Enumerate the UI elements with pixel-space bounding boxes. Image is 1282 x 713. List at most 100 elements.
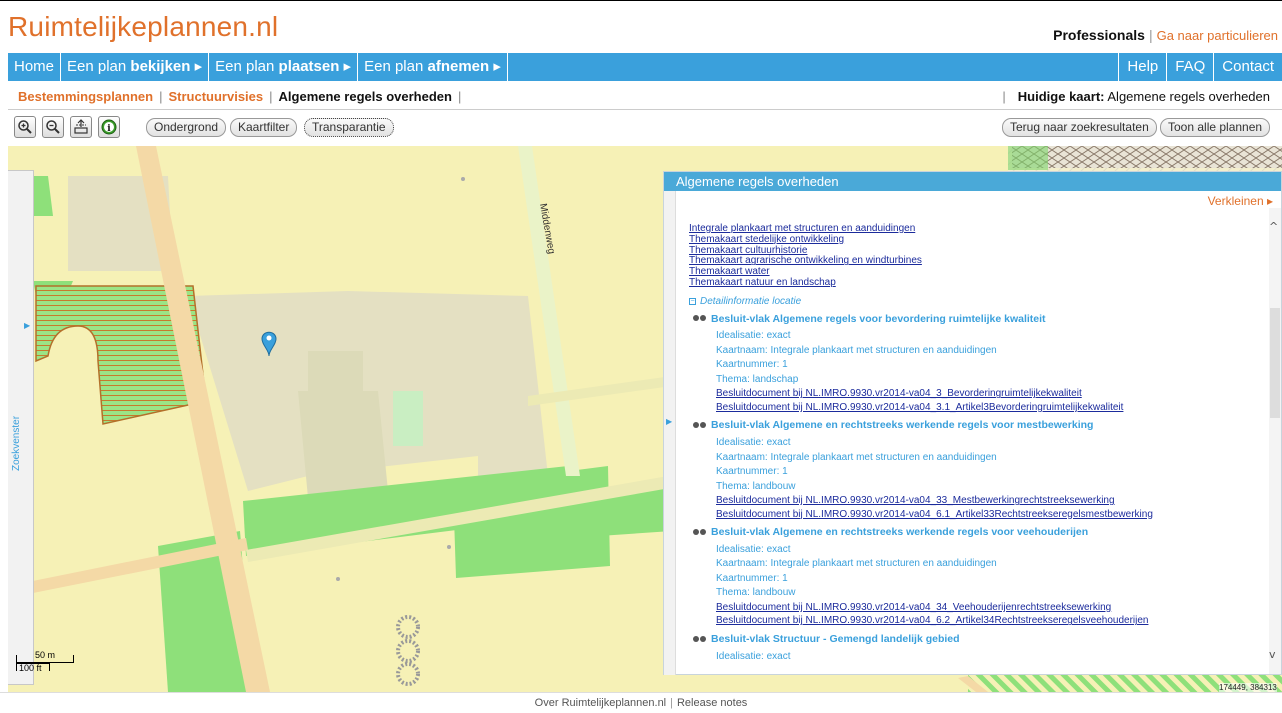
theme-link[interactable]: Themakaart agrarische ontwikkeling en wi…: [689, 256, 1259, 267]
expand-arrow-icon: ▶: [24, 321, 31, 330]
full-extent-button[interactable]: [70, 116, 92, 138]
zoom-out-icon: [46, 120, 60, 134]
zoekvenster-label: Zoekvenster: [11, 415, 22, 471]
prop: Kaartnaam: Integrale plankaart met struc…: [716, 344, 997, 356]
besluitdocument-link[interactable]: Besluitdocument bij NL.IMRO.9930.vr2014-…: [716, 508, 1259, 522]
result-section: Besluit-vlak Algemene regels voor bevord…: [693, 313, 1259, 415]
prop: Kaartnummer: 1: [716, 572, 788, 584]
panel-collapse-handle[interactable]: ▶: [664, 191, 676, 675]
kaartfilter-button[interactable]: Kaartfilter: [230, 118, 298, 137]
section-links: Besluitdocument bij NL.IMRO.9930.vr2014-…: [716, 601, 1259, 628]
binoculars-icon: [693, 635, 707, 644]
tab-structuurvisies[interactable]: Structuurvisies: [168, 89, 263, 104]
map-scale: 50 m 100 ft: [16, 650, 74, 673]
particulieren-link[interactable]: Ga naar particulieren: [1157, 28, 1278, 43]
besluitdocument-link[interactable]: Besluitdocument bij NL.IMRO.9930.vr2014-…: [716, 494, 1259, 508]
detail-label: Detailinformatie locatie: [700, 295, 802, 307]
section-title[interactable]: Besluit-vlak Algemene en rechtstreeks we…: [693, 527, 1259, 538]
nav-faq[interactable]: FAQ: [1166, 53, 1213, 81]
collapse-box-icon: −: [689, 297, 696, 305]
current-map: | Huidige kaart: Algemene regels overhede…: [996, 89, 1270, 104]
section-props: Idealisatie: exact: [716, 650, 1259, 665]
section-props: Idealisatie: exact Kaartnaam: Integrale …: [716, 436, 1259, 494]
nav-item-arrow: ▸: [339, 58, 352, 75]
nav-contact[interactable]: Contact: [1213, 53, 1282, 81]
theme-link[interactable]: Themakaart stedelijke ontwikkeling: [689, 234, 1259, 246]
result-section: Besluit-vlak Algemene en rechtstreeks we…: [693, 420, 1259, 521]
prop: Idealisatie: exact: [716, 650, 791, 662]
scale-bar-metric: 50 m: [16, 650, 74, 663]
tab-separator: |: [159, 89, 163, 104]
plan-type-tabs: Bestemmingsplannen | Structuurvisies | Algem…: [18, 89, 467, 104]
nav-item-bold: bekijken: [130, 58, 191, 75]
prop: Idealisatie: exact: [716, 437, 791, 449]
theme-link[interactable]: Themakaart natuur en landschap: [689, 277, 1259, 289]
main-nav: Home Een plan bekijken ▸ Een plan plaats…: [8, 53, 1282, 81]
section-title[interactable]: Besluit-vlak Algemene en rechtstreeks we…: [693, 420, 1259, 431]
besluitdocument-link[interactable]: Besluitdocument bij NL.IMRO.9930.vr2014-…: [716, 601, 1259, 615]
tab-algemene-regels[interactable]: Algemene regels overheden: [279, 89, 452, 104]
nav-item-bold: plaatsen: [278, 58, 340, 75]
prop: Thema: landbouw: [716, 480, 796, 492]
verkleinen-link[interactable]: Verkleinen ▸: [1208, 194, 1273, 208]
tab-bestemmingsplannen[interactable]: Bestemmingsplannen: [18, 89, 153, 104]
zoom-in-button[interactable]: [14, 116, 36, 138]
nav-plan-afnemen[interactable]: Een plan afnemen ▸: [358, 53, 508, 81]
coordinate-readout: 174449, 384313: [1219, 683, 1277, 692]
ondergrond-button[interactable]: Ondergrond: [146, 118, 227, 137]
section-title-text: Besluit-vlak Structuur - Gemengd landeli…: [711, 632, 960, 645]
prop: Thema: landschap: [716, 373, 799, 385]
site-logo[interactable]: Ruimtelijkeplannen.nl: [8, 11, 278, 43]
zoom-in-icon: [18, 120, 32, 134]
section-props: Idealisatie: exact Kaartnaam: Integrale …: [716, 329, 1259, 387]
section-title[interactable]: Besluit-vlak Structuur - Gemengd landeli…: [693, 634, 1259, 645]
scroll-thumb[interactable]: [1270, 308, 1280, 418]
info-icon: i: [101, 119, 117, 135]
besluitdocument-link[interactable]: Besluitdocument bij NL.IMRO.9930.vr2014-…: [716, 614, 1259, 628]
page-header: Ruimtelijkeplannen.nl Professionals | Ga n…: [0, 0, 1282, 52]
info-button[interactable]: i: [98, 116, 120, 138]
info-panel: Algemene regels overheden Verkleinen ▸ ▶…: [663, 171, 1282, 675]
current-separator: |: [1002, 89, 1006, 104]
section-links: Besluitdocument bij NL.IMRO.9930.vr2014-…: [716, 387, 1259, 414]
prop: Idealisatie: exact: [716, 330, 791, 342]
nav-plan-plaatsen[interactable]: Een plan plaatsen ▸: [209, 53, 359, 81]
collapse-arrow-icon: ▶: [666, 417, 673, 426]
full-extent-icon: [74, 119, 88, 134]
nav-help[interactable]: Help: [1118, 53, 1166, 81]
toon-alle-plannen-button[interactable]: Toon alle plannen: [1160, 118, 1271, 137]
nav-item-pre: Een plan: [364, 58, 428, 75]
zoekvenster-tab[interactable]: ▶ Zoekvenster: [8, 170, 34, 685]
panel-scrollbar[interactable]: ^ v: [1269, 208, 1281, 674]
current-map-label: Huidige kaart:: [1017, 89, 1105, 104]
sub-nav: Bestemmingsplannen | Structuurvisies | Algem…: [8, 84, 1282, 110]
prop: Kaartnummer: 1: [716, 359, 788, 371]
scroll-up-icon[interactable]: ^: [1269, 220, 1278, 233]
terug-zoekresultaten-button[interactable]: Terug naar zoekresultaten: [1002, 118, 1157, 137]
nav-plan-bekijken[interactable]: Een plan bekijken ▸: [61, 53, 210, 81]
scroll-down-icon[interactable]: v: [1269, 648, 1276, 661]
besluitdocument-link[interactable]: Besluitdocument bij NL.IMRO.9930.vr2014-…: [716, 401, 1259, 415]
scale-bar-imperial: 100 ft: [16, 663, 50, 673]
tab-separator: |: [457, 89, 462, 104]
panel-content: Integrale plankaart met structuren en aa…: [689, 223, 1259, 665]
besluitdocument-link[interactable]: Besluitdocument bij NL.IMRO.9930.vr2014-…: [716, 387, 1259, 401]
section-title[interactable]: Besluit-vlak Algemene regels voor bevord…: [693, 313, 1259, 325]
scale-metric-label: 50 m: [35, 650, 56, 660]
page-footer: Over Ruimtelijkeplannen.nl | Release notes: [0, 692, 1282, 713]
professionals-label: Professionals: [1053, 27, 1145, 43]
result-section: Besluit-vlak Algemene en rechtstreeks we…: [693, 527, 1259, 628]
release-notes-link[interactable]: Release notes: [677, 697, 747, 709]
binoculars-icon: [693, 314, 707, 323]
about-link[interactable]: Over Ruimtelijkeplannen.nl: [535, 697, 666, 709]
zoom-out-button[interactable]: [42, 116, 64, 138]
binoculars-icon: [693, 421, 707, 430]
detail-toggle[interactable]: − Detailinformatie locatie: [689, 295, 1259, 308]
nav-item-pre: Een plan: [67, 58, 131, 75]
nav-item-bold: afnemen: [427, 58, 490, 75]
nav-home[interactable]: Home: [8, 53, 62, 81]
transparantie-button[interactable]: Transparantie: [304, 118, 394, 137]
binoculars-icon: [693, 528, 707, 537]
scale-imperial-label: 100 ft: [19, 663, 42, 673]
